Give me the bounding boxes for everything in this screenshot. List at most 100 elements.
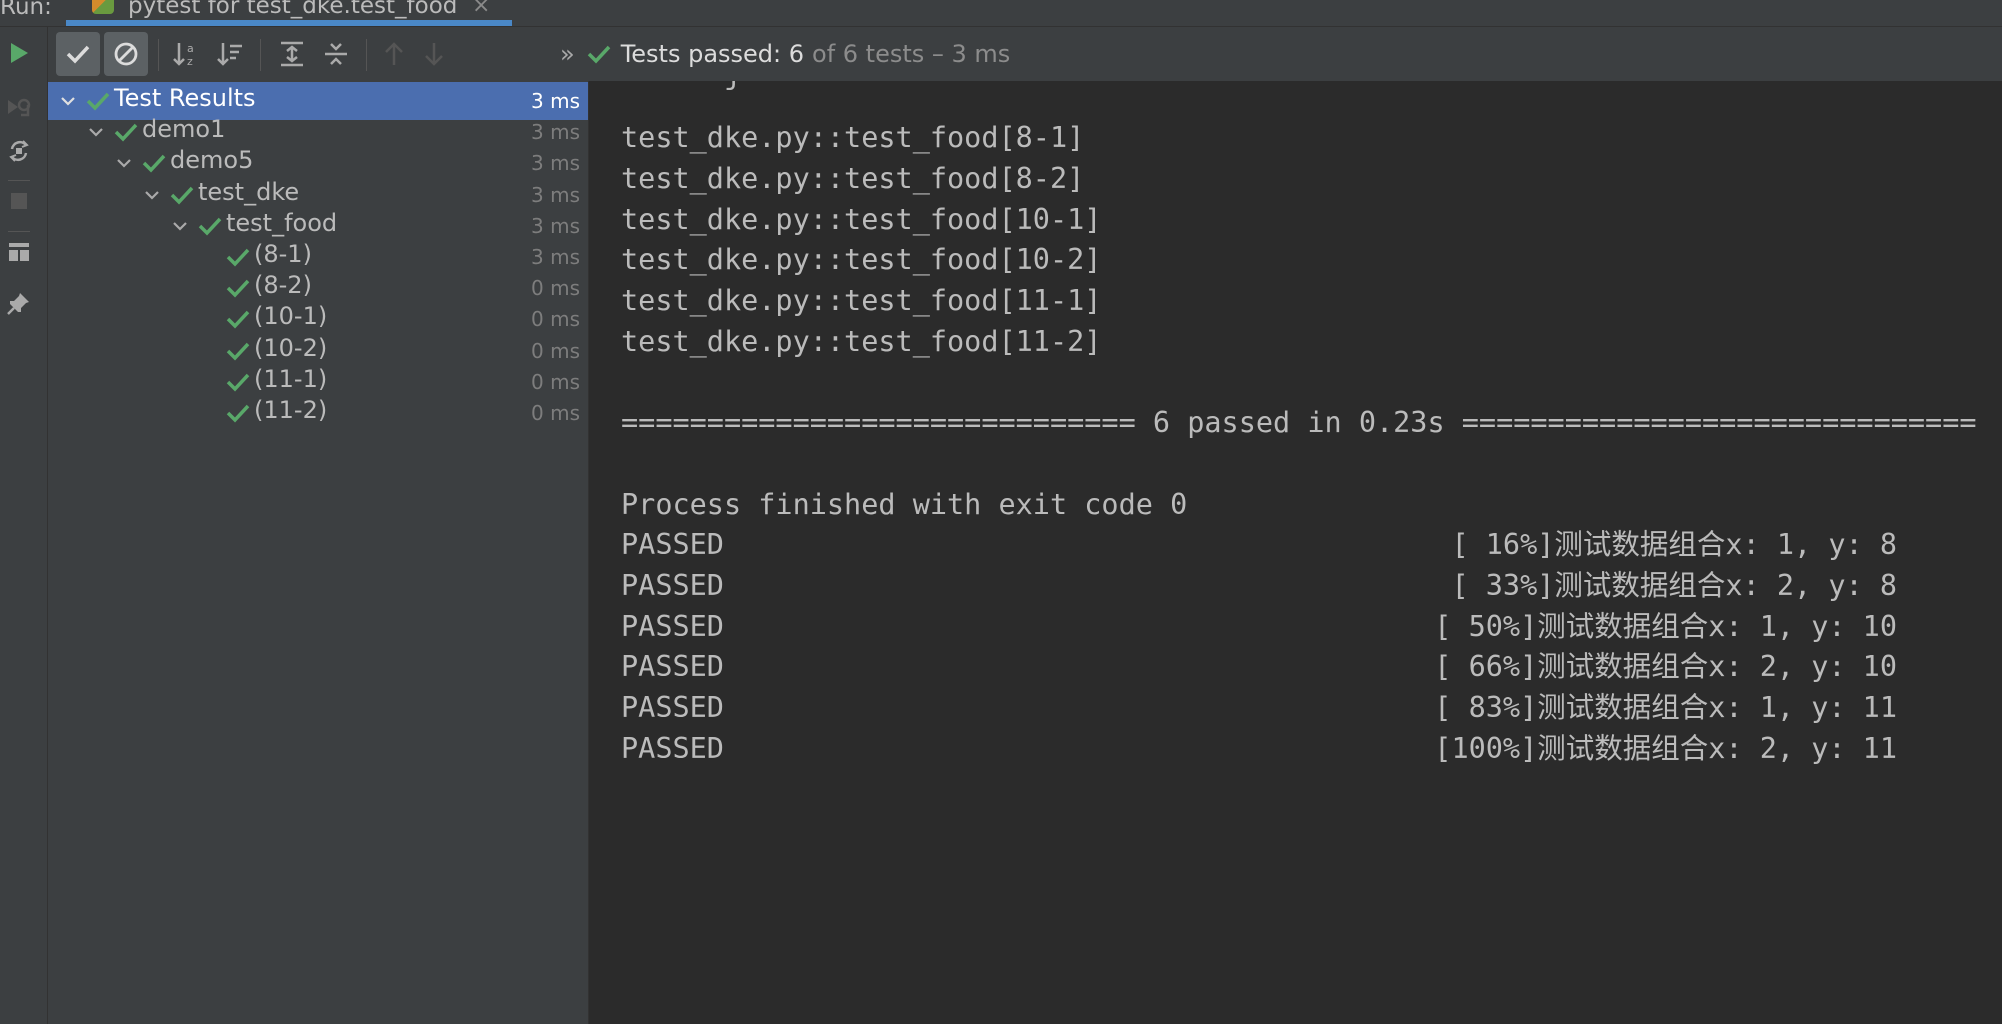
run-tab-pytest[interactable]: pytest for test_dke.test_food × <box>66 0 512 26</box>
console-result-status: PASSED <box>621 732 724 765</box>
pin-tab-button[interactable] <box>0 283 38 323</box>
passed-check-icon <box>226 248 250 267</box>
chevron-down-icon[interactable] <box>142 185 162 205</box>
tests-passed-text: Tests passed: 6 <box>620 40 805 68</box>
expand-all-icon <box>281 41 303 67</box>
pytest-icon <box>92 0 114 14</box>
passed-check-icon <box>142 155 166 173</box>
tree-item-duration: 3 ms <box>531 213 580 238</box>
console-test-line: test_dke.py::test_food[10-2] <box>621 243 1102 276</box>
tree-item-duration: 0 ms <box>531 307 580 332</box>
console-result-detail: [ 33%]测试数据组合x: 2, y: 8 <box>1451 569 1897 602</box>
rerun-failed-button[interactable] <box>0 87 38 127</box>
tree-item-label: demo5 <box>170 146 254 175</box>
svg-text:z: z <box>187 55 193 68</box>
tree-item-duration: 3 ms <box>531 120 580 145</box>
tree-item-duration: 3 ms <box>531 182 580 207</box>
sort-duration-icon <box>217 43 242 66</box>
status-check-icon <box>587 45 610 64</box>
expand-all-button[interactable] <box>270 32 314 76</box>
run-side-toolbar <box>0 27 48 1024</box>
tree-item-label: (11-2) <box>254 396 328 424</box>
auto-rerun-icon <box>9 140 29 162</box>
play-icon <box>11 43 28 63</box>
tree-item-duration: 3 ms <box>531 89 580 113</box>
svg-text:a: a <box>187 42 194 55</box>
console-result-status: PASSED <box>621 528 724 561</box>
tree-item-label: (10-1) <box>254 302 328 331</box>
passed-check-icon <box>226 279 250 298</box>
collapse-all-icon <box>325 43 347 65</box>
console-result-detail: [ 16%]测试数据组合x: 1, y: 8 <box>1451 528 1897 561</box>
tree-item-duration: 3 ms <box>531 151 580 176</box>
console-result-status: PASSED <box>621 650 724 683</box>
console-line: j <box>621 81 741 93</box>
tree-item-label: Test Results <box>114 84 256 112</box>
chevron-down-icon[interactable] <box>86 122 106 142</box>
arrow-up-icon <box>385 42 403 65</box>
console-test-line: test_dke.py::test_food[11-1] <box>621 284 1102 317</box>
next-failed-test-button[interactable] <box>412 32 456 76</box>
divider <box>366 39 367 71</box>
console-result-detail: [100%]测试数据组合x: 2, y: 11 <box>1434 732 1897 765</box>
passed-check-icon <box>226 311 250 329</box>
console-result-detail: [ 66%]测试数据组合x: 2, y: 10 <box>1434 650 1897 683</box>
passed-check-icon <box>114 123 138 142</box>
console-finish-line: Process finished with exit code 0 <box>621 488 1188 521</box>
stop-button[interactable] <box>0 181 38 221</box>
chevron-down-icon[interactable] <box>114 153 134 173</box>
console-result-detail: [ 50%]测试数据组合x: 1, y: 10 <box>1434 610 1897 643</box>
run-tool-window-header: Run: pytest for test_dke.test_food × <box>0 0 2002 27</box>
chevron-down-icon[interactable] <box>170 216 190 236</box>
stop-icon <box>11 193 27 209</box>
rerun-failed-icon <box>8 98 31 117</box>
restore-layout-button[interactable] <box>0 232 38 272</box>
tree-item-label: (8-2) <box>254 271 312 300</box>
passed-check-icon <box>86 92 110 111</box>
check-icon <box>66 45 90 64</box>
sort-by-duration-button[interactable] <box>208 32 252 76</box>
tree-item-duration: 3 ms <box>531 245 580 269</box>
toggle-auto-test-button[interactable] <box>0 131 38 171</box>
passed-check-icon <box>198 217 222 236</box>
ignored-icon <box>114 42 138 66</box>
tree-item-label: (11-1) <box>254 364 328 393</box>
console-result-status: PASSED <box>621 691 724 724</box>
tree-item-label: demo1 <box>142 115 226 144</box>
close-tab-icon[interactable]: × <box>472 0 490 18</box>
test-runner-toolbar: a z <box>48 27 588 81</box>
active-tab-indicator <box>66 20 512 26</box>
tree-item-duration: 0 ms <box>531 276 580 301</box>
passed-check-icon <box>226 342 250 361</box>
console-result-status: PASSED <box>621 569 724 602</box>
tree-item-duration: 0 ms <box>531 369 580 394</box>
rerun-button[interactable] <box>0 33 38 73</box>
tree-item-duration: 0 ms <box>531 338 580 363</box>
previous-failed-test-button[interactable] <box>372 32 416 76</box>
tests-total-duration-text: of 6 tests – 3 ms <box>812 40 1011 68</box>
tree-item-label: (10-2) <box>254 333 328 362</box>
console-test-line: test_dke.py::test_food[11-2] <box>621 325 1102 358</box>
more-actions-chevron[interactable]: » <box>560 40 575 68</box>
console-test-line: test_dke.py::test_food[8-1] <box>621 121 1085 154</box>
console-result-status: PASSED <box>621 610 724 643</box>
console-output[interactable]: j test_dke.py::test_food[8-1] test_dke.p… <box>589 81 2002 1024</box>
collapse-all-button[interactable] <box>314 32 358 76</box>
passed-check-icon <box>226 373 250 392</box>
sort-alpha-icon: a z <box>173 42 194 68</box>
chevron-down-icon[interactable] <box>58 91 78 111</box>
console-result-detail: [ 83%]测试数据组合x: 1, y: 11 <box>1434 691 1897 724</box>
tree-item-label: test_dke <box>198 177 300 206</box>
passed-check-icon <box>226 404 250 423</box>
sort-alphabetically-button[interactable]: a z <box>164 32 208 76</box>
tree-leaf-test[interactable]: (11-2) 0 ms <box>48 394 588 432</box>
tree-item-label: (8-1) <box>254 240 312 268</box>
console-test-line: test_dke.py::test_food[8-2] <box>621 162 1085 195</box>
show-ignored-toggle[interactable] <box>104 32 148 76</box>
tree-item-duration: 0 ms <box>531 401 580 425</box>
divider <box>158 39 159 71</box>
show-passed-toggle[interactable] <box>56 32 100 76</box>
run-label: Run: <box>0 0 52 20</box>
test-status: » Tests passed: 6 of 6 tests – 3 ms <box>560 32 1010 76</box>
console-summary-line: ============================== 6 passed … <box>621 406 1977 439</box>
